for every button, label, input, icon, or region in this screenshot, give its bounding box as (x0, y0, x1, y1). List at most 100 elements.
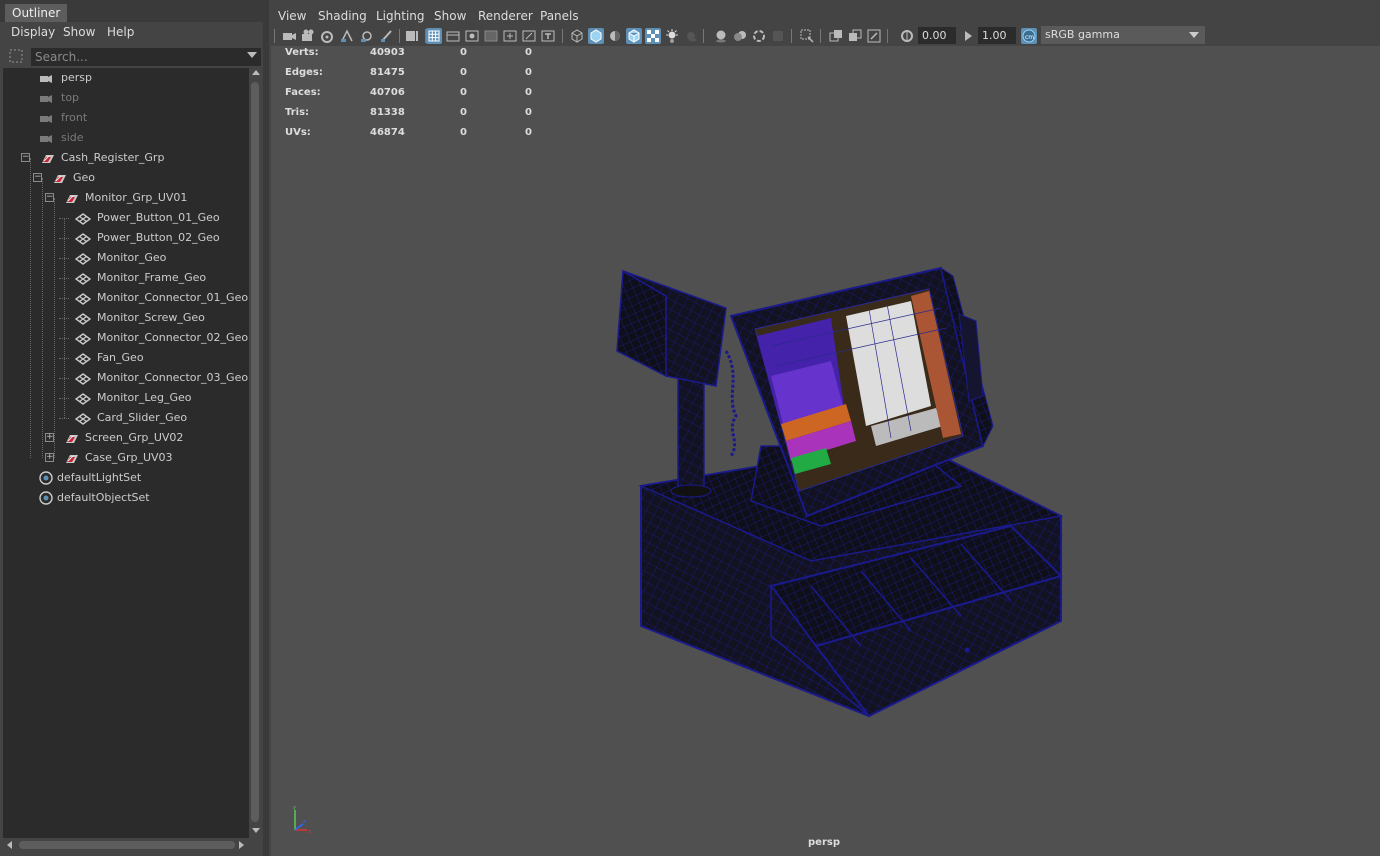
shadows-icon[interactable] (683, 28, 699, 44)
outliner-item[interactable]: Fan_Geo (3, 348, 249, 368)
menu-show[interactable]: Show (434, 9, 466, 23)
textured-icon[interactable] (645, 28, 661, 44)
outliner-item[interactable]: Monitor_Frame_Geo (3, 268, 249, 288)
mesh-icon (74, 272, 92, 285)
camera-attributes-icon[interactable] (300, 28, 316, 44)
collapse-icon[interactable]: − (33, 173, 42, 182)
outliner-item[interactable]: Monitor_Connector_03_Geo (3, 368, 249, 388)
gamma-field[interactable]: 1.00 (978, 27, 1016, 44)
grid-icon[interactable] (426, 28, 442, 44)
isolate-select-icon[interactable] (799, 28, 815, 44)
search-input[interactable] (31, 48, 261, 66)
two-d-pan-zoom-icon[interactable] (359, 28, 375, 44)
exposure-field[interactable]: 0.00 (918, 27, 956, 44)
outliner-item[interactable]: + Screen_Grp_UV02 (3, 428, 249, 448)
resolution-gate-icon[interactable] (464, 28, 480, 44)
outliner-item[interactable]: Power_Button_01_Geo (3, 208, 249, 228)
outliner-item[interactable]: defaultObjectSet (3, 488, 249, 508)
outliner-item[interactable]: Power_Button_02_Geo (3, 228, 249, 248)
default-material-icon[interactable] (607, 28, 623, 44)
outliner-item[interactable]: Monitor_Connector_02_Geo (3, 328, 249, 348)
outliner-item[interactable]: Monitor_Connector_01_Geo (3, 288, 249, 308)
outliner-item-label: Monitor_Grp_UV01 (85, 191, 188, 204)
menu-help[interactable]: Help (107, 25, 134, 39)
menu-view[interactable]: View (278, 9, 306, 23)
wireframe-icon[interactable] (569, 28, 585, 44)
chevron-down-icon[interactable] (1189, 32, 1199, 38)
outliner-item[interactable]: Card_Slider_Geo (3, 408, 249, 428)
menu-shading[interactable]: Shading (318, 9, 367, 23)
bookmarks-icon[interactable] (319, 28, 335, 44)
outliner-item[interactable]: top (3, 88, 249, 108)
outliner-item[interactable]: side (3, 128, 249, 148)
collapse-icon[interactable]: − (21, 153, 30, 162)
menu-lighting[interactable]: Lighting (376, 9, 425, 23)
group-icon (39, 152, 54, 164)
exposure-icon[interactable] (899, 28, 915, 44)
outliner-item[interactable]: + Case_Grp_UV03 (3, 448, 249, 468)
3d-viewport[interactable]: Verts: 40903 0 0 Edges: 81475 0 0 Faces: 40706 0 0 T… (271, 46, 1380, 856)
scrollbar-thumb[interactable] (19, 841, 235, 849)
anti-aliasing-icon[interactable] (751, 28, 767, 44)
scrollbar-thumb[interactable] (251, 82, 259, 822)
outliner-item-label: Monitor_Leg_Geo (97, 391, 192, 404)
expand-icon[interactable]: + (45, 433, 54, 442)
outliner-item-label: Monitor_Connector_01_Geo (97, 291, 249, 304)
scroll-down-icon[interactable] (252, 828, 260, 833)
filter-icon[interactable] (9, 49, 23, 63)
wireframe-on-shaded-icon[interactable] (626, 28, 642, 44)
gate-mask-icon[interactable] (483, 28, 499, 44)
screen-space-ao-icon[interactable] (713, 28, 729, 44)
scroll-left-icon[interactable] (7, 841, 12, 849)
chevron-down-icon[interactable] (247, 52, 257, 58)
x-ray-icon[interactable] (828, 28, 844, 44)
scroll-up-icon[interactable] (252, 70, 260, 75)
menu-display[interactable]: Display (11, 25, 55, 39)
group-icon (63, 452, 78, 464)
field-chart-icon[interactable] (502, 28, 518, 44)
mesh-icon (74, 372, 92, 385)
x-ray-active-icon[interactable] (847, 28, 863, 44)
collapse-icon[interactable]: − (45, 193, 54, 202)
cash-register-model[interactable] (271, 46, 1380, 856)
expand-icon[interactable]: + (45, 453, 54, 462)
motion-blur-icon[interactable] (732, 28, 748, 44)
search-row (3, 46, 262, 68)
vertical-scrollbar[interactable] (249, 68, 262, 838)
smooth-shade-icon[interactable] (588, 28, 604, 44)
depth-of-field-icon[interactable] (770, 28, 786, 44)
safe-action-icon[interactable] (521, 28, 537, 44)
outliner-item-label: defaultLightSet (57, 471, 142, 484)
outliner-item[interactable]: persp (3, 68, 249, 88)
gamma-icon[interactable] (961, 28, 977, 44)
outliner-item[interactable]: front (3, 108, 249, 128)
outliner-item-label: persp (61, 71, 92, 84)
select-camera-icon[interactable] (281, 28, 297, 44)
tab-outliner[interactable]: Outliner (5, 4, 68, 22)
outliner-item[interactable]: − Monitor_Grp_UV01 (3, 188, 249, 208)
outliner-item[interactable]: − Cash_Register_Grp (3, 148, 249, 168)
outliner-item-label: Power_Button_01_Geo (97, 211, 220, 224)
film-gate-icon[interactable] (445, 28, 461, 44)
outliner-item[interactable]: Monitor_Screw_Geo (3, 308, 249, 328)
bookmark-icon[interactable] (405, 28, 421, 44)
outliner-item[interactable]: defaultLightSet (3, 468, 249, 488)
view-transform-select[interactable]: sRGB gamma (1041, 26, 1205, 44)
x-ray-joints-icon[interactable] (866, 28, 882, 44)
menu-renderer[interactable]: Renderer (478, 9, 533, 23)
menu-show[interactable]: Show (63, 25, 95, 39)
scroll-right-icon[interactable] (239, 841, 244, 849)
grease-pencil-icon[interactable] (379, 28, 395, 44)
outliner-tree: persp top front side − Cash_Register_Grp − Geo −… (3, 68, 249, 838)
lights-icon[interactable] (664, 28, 680, 44)
color-management-icon[interactable]: cm (1021, 28, 1037, 44)
safe-title-icon[interactable] (540, 28, 556, 44)
mesh-icon (74, 332, 92, 345)
horizontal-scrollbar[interactable] (3, 838, 249, 852)
image-plane-icon[interactable] (339, 28, 355, 44)
outliner-item[interactable]: − Geo (3, 168, 249, 188)
outliner-item[interactable]: Monitor_Leg_Geo (3, 388, 249, 408)
outliner-item[interactable]: Monitor_Geo (3, 248, 249, 268)
svg-text:x: x (308, 829, 311, 835)
menu-panels[interactable]: Panels (540, 9, 579, 23)
